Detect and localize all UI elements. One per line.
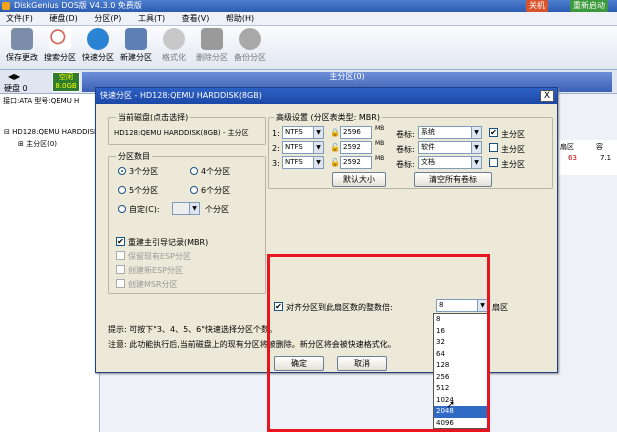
menu-disk[interactable]: 硬盘(D) (49, 14, 77, 23)
dialog-title-bar: 快速分区 - HD128:QEMU HARDDISK(8GB) X (96, 88, 557, 104)
primary-checkbox-1[interactable]: ✔ (489, 128, 498, 137)
fs-select-3[interactable]: NTFS ▼ (282, 156, 324, 169)
search-partition-button[interactable]: 搜索分区 (42, 28, 78, 63)
partition-table-fragment: 扇区 容 63 7.1 (556, 140, 617, 175)
minus-icon: ⊟ (4, 128, 10, 136)
partition-count-label: 分区数目 (116, 151, 152, 162)
menu-tools[interactable]: 工具(T) (138, 14, 165, 23)
save-icon (11, 28, 33, 50)
volume-label-select-2[interactable]: 软件 ▼ (418, 141, 482, 154)
menu-view[interactable]: 查看(V) (182, 14, 210, 23)
restart-button[interactable]: 重新启动 (570, 0, 608, 12)
keep-esp-checkbox[interactable] (116, 251, 125, 260)
radio-custom[interactable] (118, 205, 126, 213)
hint-text: 提示: 可按下"3、4、5、6"快速选择分区个数。 (108, 325, 277, 334)
interface-info: 接口:ATA 型号:QEMU H (3, 97, 80, 105)
new-partition-button[interactable]: 新建分区 (118, 28, 154, 63)
search-icon (49, 28, 71, 50)
quick-partition-button[interactable]: 快速分区 (80, 28, 116, 63)
delete-partition-button[interactable]: 删除分区 (194, 28, 230, 63)
nav-arrows[interactable]: ◀▶ (8, 72, 20, 81)
trash-icon (201, 28, 223, 50)
fs-select-1[interactable]: NTFS ▼ (282, 126, 324, 139)
quick-partition-icon (87, 28, 109, 50)
menu-bar: 文件(F) 硬盘(D) 分区(P) 工具(T) 查看(V) 帮助(H) (0, 12, 617, 26)
unlock-icon[interactable]: 🔓 (330, 143, 340, 152)
radio-4-partitions[interactable] (190, 167, 198, 175)
shutdown-button[interactable]: 关机 (526, 0, 548, 12)
rebuild-mbr-checkbox[interactable]: ✔ (116, 237, 125, 246)
red-highlight-box (267, 254, 490, 432)
free-space-block[interactable]: 空闲 8.0GB (52, 72, 80, 92)
title-bar: DiskGenius DOS版 V4.3.0 免费版 关机 重新启动 (0, 0, 617, 12)
menu-help[interactable]: 帮助(H) (226, 14, 254, 23)
save-changes-button[interactable]: 保存更改 (4, 28, 40, 63)
size-input-1[interactable]: 2596 (340, 126, 372, 139)
radio-5-partitions[interactable] (118, 186, 126, 194)
clear-labels-button[interactable]: 清空所有卷标 (414, 172, 492, 187)
disk-label: 硬盘 0 (4, 84, 28, 93)
volume-label-select-1[interactable]: 系统 ▼ (418, 126, 482, 139)
radio-3-partitions[interactable] (118, 167, 126, 175)
fs-select-2[interactable]: NTFS ▼ (282, 141, 324, 154)
advanced-settings-label: 高级设置 (分区表类型: MBR) (274, 112, 382, 123)
radio-6-partitions[interactable] (190, 186, 198, 194)
unlock-icon[interactable]: 🔓 (330, 158, 340, 167)
backup-partition-button[interactable]: 备份分区 (232, 28, 268, 63)
plus-icon: ⊞ (18, 140, 24, 148)
tree-disk-item[interactable]: ⊟ HD128:QEMU HARDDISK (4, 128, 99, 136)
create-msr-checkbox[interactable] (116, 279, 125, 288)
volume-label-select-3[interactable]: 文档 ▼ (418, 156, 482, 169)
size-input-2[interactable]: 2592 (340, 141, 372, 154)
backup-icon (239, 28, 261, 50)
default-size-button[interactable]: 默认大小 (332, 172, 386, 187)
new-partition-icon (125, 28, 147, 50)
custom-count-select[interactable]: ▼ (172, 202, 200, 215)
create-esp-checkbox[interactable] (116, 265, 125, 274)
format-button[interactable]: 格式化 (156, 28, 192, 63)
toolbar: 保存更改 搜索分区 快速分区 新建分区 格式化 删除分区 备份分区 (0, 26, 617, 70)
window-title: DiskGenius DOS版 V4.3.0 免费版 (14, 1, 142, 10)
primary-checkbox-2[interactable] (489, 143, 498, 152)
size-input-3[interactable]: 2592 (340, 156, 372, 169)
menu-partition[interactable]: 分区(P) (94, 14, 121, 23)
format-icon (163, 28, 185, 50)
primary-checkbox-3[interactable] (489, 158, 498, 167)
menu-file[interactable]: 文件(F) (6, 14, 33, 23)
lock-icon[interactable]: 🔒 (330, 128, 340, 137)
current-disk-label: 当前磁盘(点击选择) (116, 112, 191, 123)
tree-partition-item[interactable]: ⊞ 主分区(0) (18, 139, 57, 149)
current-disk-value[interactable]: HD128:QEMU HARDDISK(8GB) - 主分区 (114, 128, 249, 138)
app-icon (2, 2, 10, 10)
close-button[interactable]: X (540, 90, 554, 102)
disk-tree-panel: 接口:ATA 型号:QEMU H ⊟ HD128:QEMU HARDDISK ⊞… (0, 94, 100, 432)
